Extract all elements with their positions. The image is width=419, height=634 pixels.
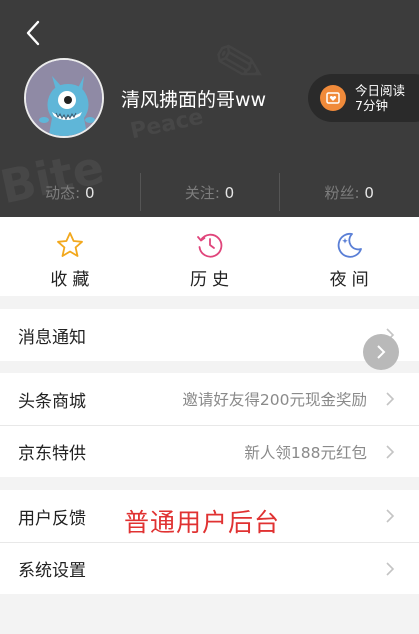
stat-label: 粉丝: [324,183,360,202]
notifications-row[interactable]: 消息通知 [0,309,419,361]
history-label: 历史 [190,270,234,290]
reading-minutes: 7分钟 [355,98,388,113]
history-button[interactable]: 历史 [140,217,280,296]
menu-group-shopping: 头条商城 邀请好友得200元现金奖励 京东特供 新人领188元红包 [0,373,419,477]
stat-posts[interactable]: 动态: 0 [0,182,140,203]
favorites-button[interactable]: 收藏 [0,217,140,296]
quick-actions: 收藏 历史 夜间 [0,217,419,296]
stat-label: 动态: [45,183,81,202]
chevron-left-icon [26,20,40,46]
chevron-right-icon [386,562,395,576]
jd-row[interactable]: 京东特供 新人领188元红包 [0,425,419,477]
row-promo-text: 新人领188元红包 [244,443,367,462]
stat-value: 0 [84,183,95,202]
row-label: 用户反馈 [18,508,86,529]
night-mode-label: 夜间 [329,270,374,290]
stat-label: 关注: [184,183,220,202]
profile-header: Bite ✎ Peace 清风拂面的哥ww 今日阅读 7分钟 动态: 0 关注:… [0,0,419,217]
menu-group-notifications: 消息通知 [0,309,419,361]
stat-following[interactable]: 关注: 0 [139,172,280,211]
stat-value: 0 [224,183,235,202]
chevron-right-icon [377,345,386,359]
row-label: 京东特供 [18,444,86,464]
stats-bar: 动态: 0 关注: 0 粉丝: 0 [0,172,419,212]
night-mode-button[interactable]: 夜间 [279,217,419,296]
overlay-caption: 普通用户后台 [124,508,281,537]
chevron-right-icon [386,392,395,406]
back-button[interactable] [16,16,50,50]
favorites-label: 收藏 [50,270,95,290]
row-label: 头条商城 [18,391,86,412]
star-icon [56,232,83,257]
floating-assist-button[interactable] [363,334,399,370]
monster-avatar-icon [26,60,102,136]
row-promo-text: 邀请好友得200元现金奖励 [182,391,367,409]
stat-followers[interactable]: 粉丝: 0 [279,172,419,211]
reading-time-badge[interactable]: 今日阅读 7分钟 [308,74,419,122]
heart-book-icon [320,85,346,111]
history-icon [196,233,222,258]
row-label: 消息通知 [18,327,86,348]
moon-icon [337,232,363,258]
reading-label: 今日阅读 [355,83,406,98]
settings-row[interactable]: 系统设置 [0,542,419,594]
chevron-right-icon [386,509,395,523]
username: 清风拂面的哥ww [121,89,267,111]
mall-row[interactable]: 头条商城 邀请好友得200元现金奖励 [0,373,419,425]
avatar[interactable] [24,58,104,138]
row-label: 系统设置 [18,561,86,581]
stat-value: 0 [364,183,374,202]
chevron-right-icon [386,445,395,459]
